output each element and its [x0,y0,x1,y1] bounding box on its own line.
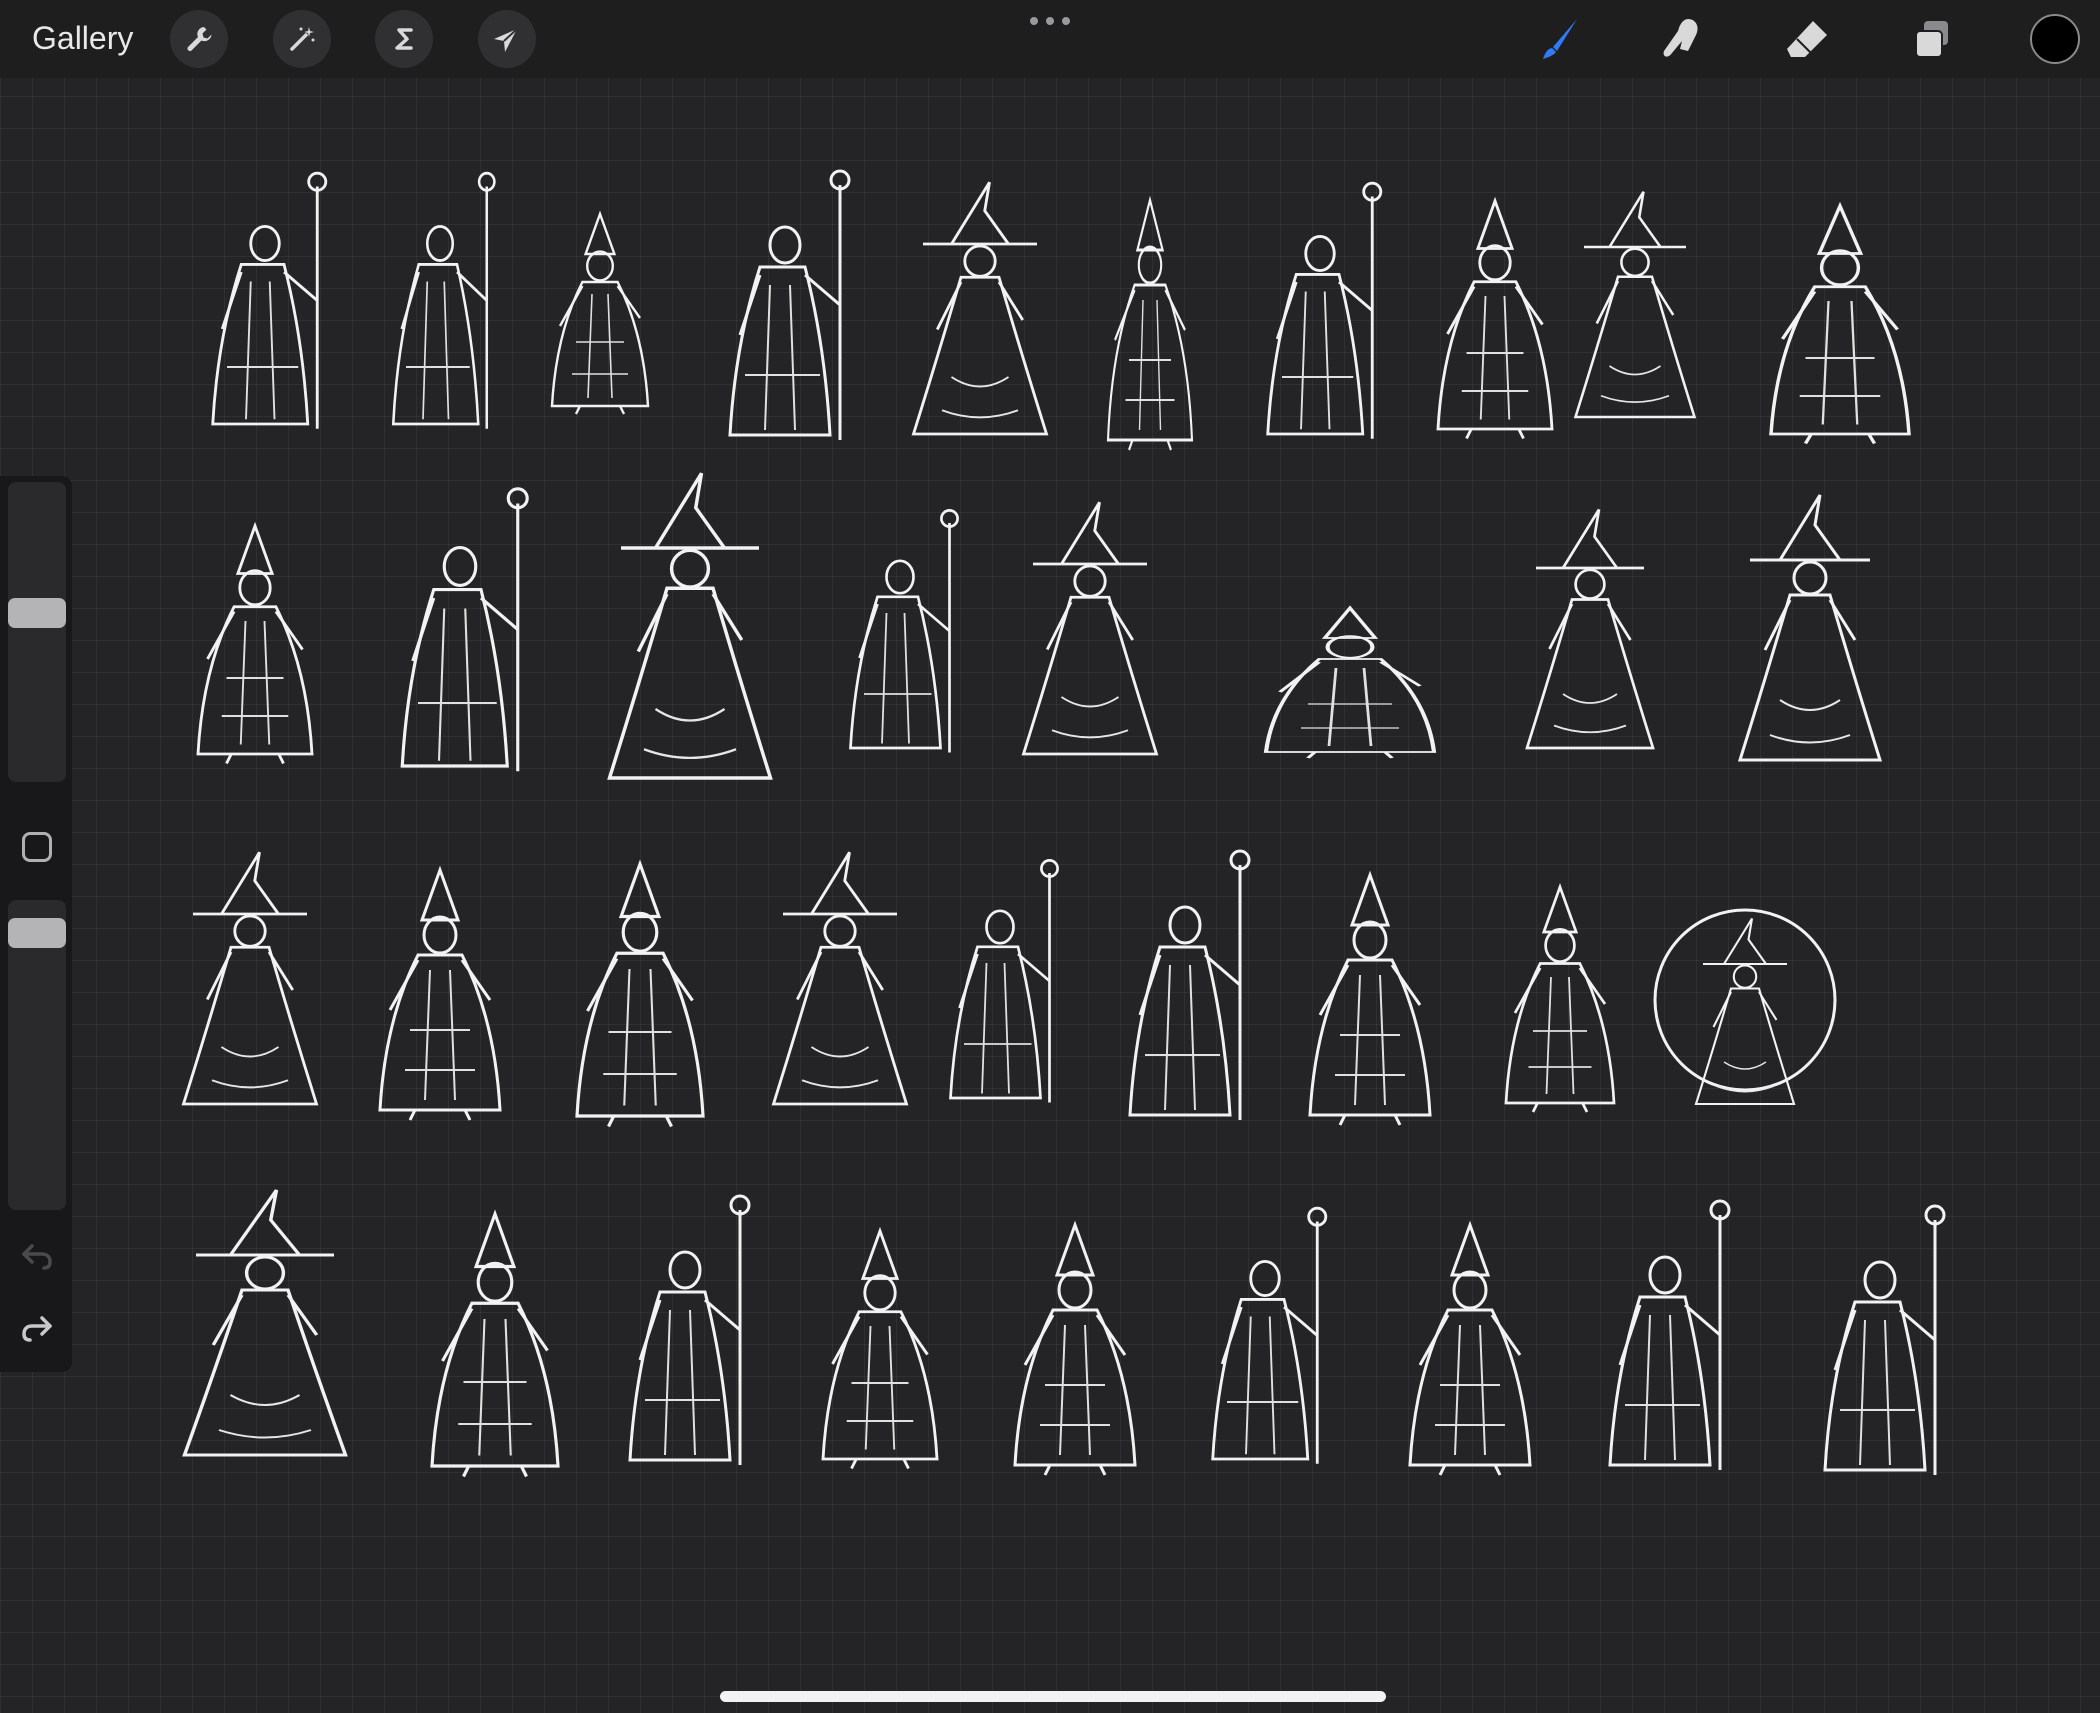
figure-r3-6 [1128,849,1251,1122]
figure-r4-8 [1608,1199,1731,1472]
figure-r2-2 [400,487,529,773]
undo-arrow-icon[interactable] [18,1238,56,1276]
brush-opacity-slider-thumb[interactable] [8,918,66,948]
figure-r2-4 [849,509,959,754]
figure-r4-2 [430,1212,560,1479]
figure-r2-3 [607,471,773,780]
figure-r4-5 [1013,1223,1137,1477]
artwork-layer [182,169,1946,1479]
figure-r2-8 [1738,493,1882,762]
eraser-icon [1787,21,1827,57]
smudge-finger-icon [1663,19,1698,57]
figure-r4-1 [182,1188,348,1457]
magic-wand-icon [290,27,315,51]
wrench-icon [187,27,212,51]
figure-r3-4 [772,850,908,1106]
figure-r4-7 [1408,1223,1532,1477]
left-sidebar [0,476,72,1372]
layers-button[interactable] [1905,12,1959,66]
figure-r2-5 [1022,500,1158,756]
figure-r4-4 [821,1229,939,1470]
brush-tool-button[interactable] [1532,12,1586,66]
figure-r2-1 [196,524,314,765]
figure-r3-3 [575,862,705,1129]
figure-r3-1 [182,850,318,1106]
brush-size-slider[interactable] [8,482,66,782]
figure-r1-3 [550,212,650,416]
color-swatch[interactable] [2030,14,2080,64]
figure-r3-8 [1504,885,1616,1114]
redo-arrow-icon[interactable] [18,1310,56,1348]
figure-r1-10 [1769,204,1911,446]
figure-r4-6 [1211,1206,1328,1466]
figure-r1-1 [211,171,328,431]
figure-r2-7 [1525,508,1655,750]
figure-r1-2 [391,171,496,431]
figure-r3-9 [1653,908,1837,1106]
actions-button[interactable] [170,10,228,68]
home-indicator[interactable] [720,1691,1386,1702]
transform-button[interactable] [478,10,536,68]
layers-icon [1915,21,1948,58]
brush-size-slider-thumb[interactable] [8,598,66,628]
more-dots-icon[interactable] [1026,14,1074,28]
arrow-cursor-icon [494,28,518,52]
selection-s-icon [395,28,413,50]
figure-r4-3 [628,1194,751,1467]
figure-r4-9 [1823,1204,1946,1477]
brush-icon [1543,19,1577,59]
figure-r1-7 [1266,181,1383,441]
figure-r3-7 [1308,873,1432,1127]
figure-r1-8 [1436,199,1554,440]
gallery-button[interactable]: Gallery [32,18,133,58]
figure-r1-4 [728,169,851,442]
smudge-tool-button[interactable] [1655,12,1709,66]
eraser-tool-button[interactable] [1780,12,1834,66]
selection-button[interactable] [375,10,433,68]
figure-r1-5 [912,180,1048,436]
square-modify-icon[interactable] [22,832,52,862]
figure-r3-2 [378,868,502,1122]
figure-r1-9 [1574,190,1696,419]
figure-r1-6 [1106,198,1194,452]
figure-r3-5 [949,859,1059,1104]
figure-r2-6 [1266,608,1434,758]
adjustments-button[interactable] [273,10,331,68]
top-toolbar: Gallery [0,0,2100,78]
